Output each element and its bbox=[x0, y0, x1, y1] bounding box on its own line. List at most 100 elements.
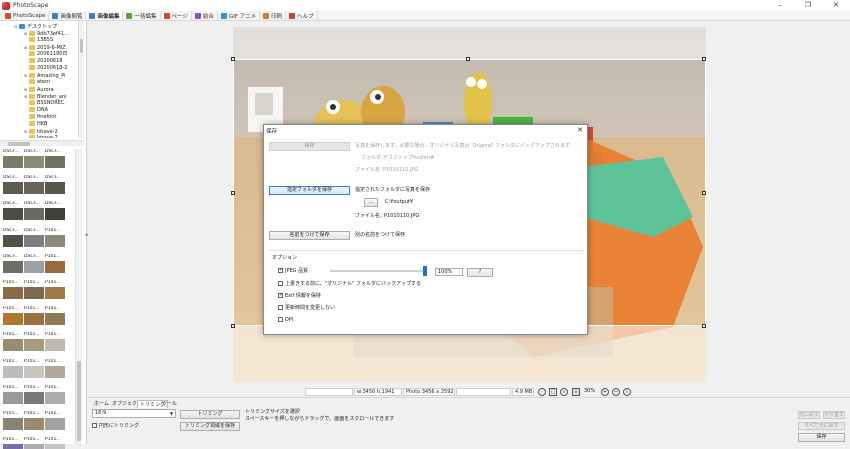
crop-handle-left[interactable] bbox=[231, 191, 235, 195]
tree-item[interactable]: ⊞ 2019-6-MIZ bbox=[24, 44, 84, 51]
jpeg-quality-slider-thumb[interactable] bbox=[423, 266, 427, 276]
menu-tab-0[interactable]: PhotoScape bbox=[2, 11, 50, 20]
thumbnail-item[interactable]: P101... bbox=[3, 306, 23, 328]
thumbnail-item[interactable]: P101... bbox=[45, 385, 65, 407]
save-button[interactable]: 保存 bbox=[798, 433, 845, 442]
tree-item[interactable]: 20200618 bbox=[24, 58, 84, 65]
backup-option[interactable]: 上書きする前に、"オリジナル" フォルダにバックアップする bbox=[278, 281, 421, 288]
jpeg-quality-slider[interactable] bbox=[330, 270, 425, 272]
thumbnail-item[interactable]: DSCF... bbox=[24, 254, 44, 276]
thumbnail-item[interactable]: P101... bbox=[3, 280, 23, 302]
thumbs-vscrollbar[interactable] bbox=[75, 149, 82, 444]
tree-item[interactable]: 20200618-2 bbox=[24, 65, 84, 72]
tree-item[interactable]: 13B5S bbox=[24, 37, 84, 44]
jpeg-quality-checkbox[interactable] bbox=[278, 267, 283, 273]
menu-tab-1[interactable]: 画像閲覧 bbox=[49, 11, 87, 20]
round-crop-option[interactable]: 円形にトリミング bbox=[92, 422, 139, 430]
restore-button[interactable]: ❐ bbox=[794, 0, 822, 11]
save-crop-area-button[interactable]: トリミング領域を保存 bbox=[180, 422, 240, 431]
aspect-ratio-select[interactable]: 16:9 ▼ bbox=[92, 409, 176, 418]
thumbnail-item[interactable]: DSCF... bbox=[24, 175, 44, 197]
exif-checkbox[interactable] bbox=[278, 292, 283, 298]
save-as-button[interactable]: 名前をつけて保存 bbox=[269, 231, 350, 240]
thumbnail-item[interactable]: P101... bbox=[24, 359, 44, 381]
tree-item[interactable]: ⊞ Amazing_Pi bbox=[24, 72, 84, 79]
tree-item[interactable]: finefont bbox=[24, 114, 84, 121]
crop-handle-top-right[interactable] bbox=[702, 57, 706, 61]
zoom-out-icon[interactable]: − bbox=[612, 388, 620, 396]
tree-item[interactable]: ⊞ 9db73ef41... bbox=[24, 30, 84, 37]
menu-tab-3[interactable]: 一括編集 bbox=[123, 11, 161, 20]
thumbnail-item[interactable]: P101... bbox=[45, 306, 65, 328]
thumbnail-item[interactable]: P101... bbox=[3, 332, 23, 354]
thumbnail-item[interactable]: P101... bbox=[3, 437, 23, 449]
thumbnail-item[interactable]: DSCF... bbox=[3, 201, 23, 223]
tree-item[interactable]: ⊞ Blender_ani bbox=[24, 93, 84, 100]
jpeg-quality-value[interactable]: 100% bbox=[435, 268, 463, 276]
undo-all-button[interactable]: すべて元に戻す bbox=[798, 422, 845, 430]
thumbnail-item[interactable]: DSCF... bbox=[3, 149, 23, 171]
tab-home[interactable]: ホーム bbox=[92, 400, 111, 408]
undo-button[interactable]: 元に戻す bbox=[798, 411, 820, 419]
save-to-folder-button[interactable]: 指定フォルダを保存 bbox=[269, 186, 350, 195]
tree-item[interactable]: ⊞ Idrave-2 bbox=[24, 128, 84, 135]
tab-tools[interactable]: ツール bbox=[160, 400, 179, 408]
tree-item[interactable]: ⊞ Aurora bbox=[24, 86, 84, 93]
fit-screen-icon[interactable]: □ bbox=[549, 388, 557, 396]
keep-time-checkbox[interactable] bbox=[278, 305, 283, 310]
menu-tab-6[interactable]: GIF アニメ bbox=[218, 11, 261, 20]
thumbnail-item[interactable]: DSCF... bbox=[24, 149, 44, 171]
tree-item[interactable]: ⊟ デスクトップ bbox=[14, 23, 84, 30]
thumbnail-item[interactable]: DSCF... bbox=[45, 175, 65, 197]
exif-option[interactable]: Exif 情報を保持 bbox=[278, 292, 321, 300]
menu-tab-7[interactable]: 印刷 bbox=[260, 11, 287, 20]
zoom-fit-icon[interactable]: ⌕ bbox=[572, 388, 580, 396]
crop-handle-bottom-left[interactable] bbox=[231, 324, 235, 328]
keep-time-option[interactable]: 更新時間を変更しない bbox=[278, 305, 335, 312]
tree-item[interactable]: 20061180日 bbox=[24, 51, 84, 58]
thumbnail-item[interactable]: DSCF... bbox=[24, 228, 44, 250]
thumbnail-item[interactable]: P101... bbox=[3, 359, 23, 381]
tree-hscroll-thumb[interactable] bbox=[8, 142, 30, 146]
round-crop-checkbox[interactable] bbox=[92, 423, 97, 428]
thumbnail-item[interactable]: DSCF... bbox=[3, 254, 23, 276]
actual-size-icon[interactable]: · bbox=[538, 388, 546, 396]
thumbs-vscroll-thumb[interactable] bbox=[77, 361, 81, 441]
thumbnail-item[interactable]: P101... bbox=[45, 411, 65, 433]
dpi-option[interactable]: DPI bbox=[278, 317, 293, 324]
info-icon[interactable]: i bbox=[623, 388, 631, 396]
menu-tab-4[interactable]: ページ bbox=[161, 11, 192, 20]
thumbnail-item[interactable]: P101... bbox=[3, 385, 23, 407]
thumbnail-item[interactable]: P101... bbox=[24, 306, 44, 328]
thumbnail-item[interactable]: DSCF... bbox=[24, 201, 44, 223]
thumbnail-item[interactable]: P101... bbox=[45, 359, 65, 381]
thumbnail-item[interactable]: P101... bbox=[45, 332, 65, 354]
jpeg-quality-option[interactable]: JPEG 品質 bbox=[278, 267, 308, 275]
tree-vscrollbar[interactable] bbox=[78, 21, 84, 138]
crop-handle-top[interactable] bbox=[466, 57, 470, 61]
tree-hscrollbar[interactable] bbox=[0, 140, 84, 146]
tree-item[interactable]: BSSNDREC bbox=[24, 100, 84, 107]
redo-button[interactable]: やり直す bbox=[823, 411, 845, 419]
backup-checkbox[interactable] bbox=[278, 281, 283, 286]
thumbnail-item[interactable]: P101... bbox=[45, 437, 65, 449]
thumbnail-item[interactable]: P101... bbox=[24, 437, 44, 449]
thumbnail-item[interactable]: P101... bbox=[24, 332, 44, 354]
crop-handle-right[interactable] bbox=[702, 191, 706, 195]
crop-handle-top-left[interactable] bbox=[231, 57, 235, 61]
minimize-button[interactable]: – bbox=[766, 0, 794, 11]
zoom-search-icon[interactable]: ⌕ bbox=[560, 388, 568, 396]
thumbnail-item[interactable]: P101... bbox=[3, 411, 23, 433]
zoom-in-icon[interactable]: + bbox=[601, 388, 609, 396]
dialog-close-icon[interactable]: ✕ bbox=[577, 126, 583, 134]
thumbnail-item[interactable]: P101... bbox=[24, 411, 44, 433]
thumbnail-item[interactable]: P101... bbox=[24, 385, 44, 407]
tree-item[interactable]: atem bbox=[24, 79, 84, 86]
tree-item[interactable]: DNA bbox=[24, 107, 84, 114]
jpeg-help-button[interactable]: ? bbox=[467, 268, 493, 277]
close-button[interactable]: ✕ bbox=[822, 0, 850, 11]
thumbnail-item[interactable]: P101... bbox=[45, 254, 65, 276]
thumbnail-item[interactable]: DSCF... bbox=[3, 228, 23, 250]
tree-item[interactable]: Idrave-2... bbox=[24, 135, 84, 138]
thumbnail-item[interactable]: DSCF... bbox=[45, 201, 65, 223]
